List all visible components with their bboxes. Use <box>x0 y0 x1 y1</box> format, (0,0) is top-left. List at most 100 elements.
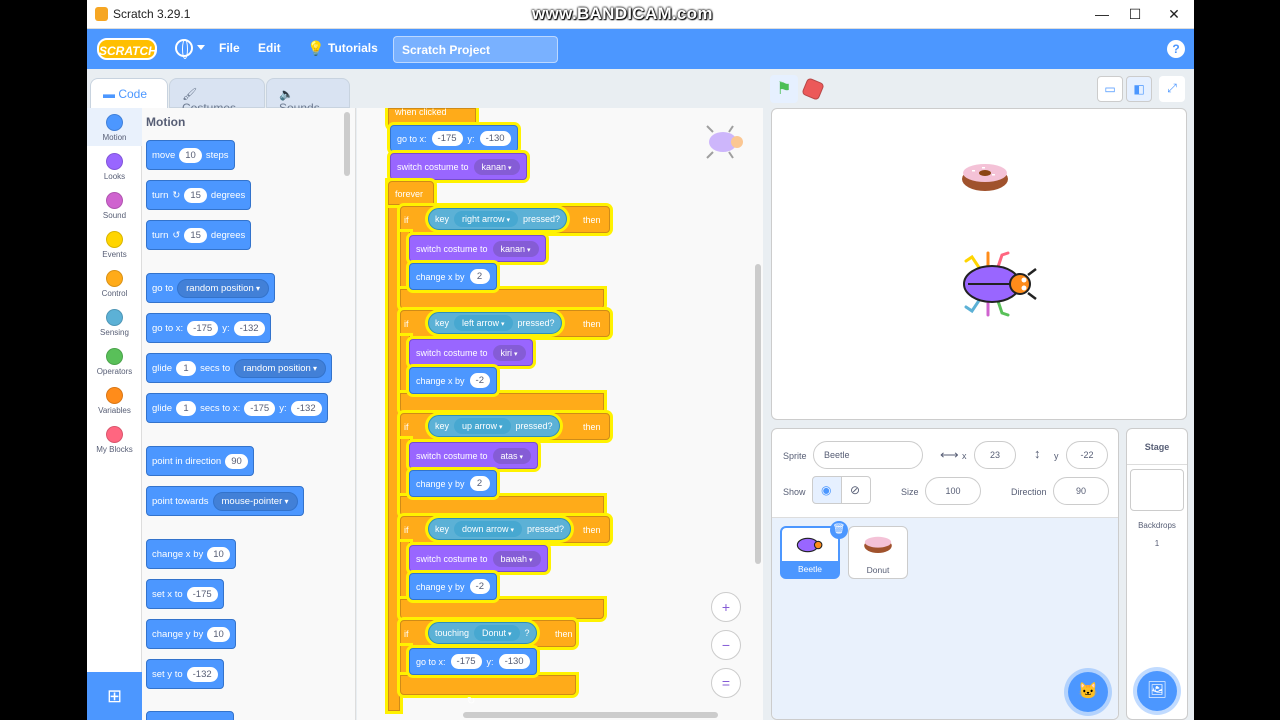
category-my-blocks[interactable]: My Blocks <box>87 426 142 454</box>
category-operators[interactable]: Operators <box>87 348 142 376</box>
fullscreen-icon[interactable]: ⤢ <box>1159 76 1185 102</box>
direction-input[interactable]: 90 <box>225 453 248 469</box>
add-backdrop-icon[interactable]: 🖼 <box>1137 671 1177 711</box>
touching-goto-x-input[interactable]: -175 <box>450 654 482 669</box>
category-variables[interactable]: Variables <box>87 387 142 415</box>
minimize-button[interactable]: — <box>1089 4 1115 24</box>
glide-y-input[interactable]: -132 <box>290 400 322 416</box>
costume-dropdown[interactable]: atas <box>492 447 532 464</box>
key-pressed-condition[interactable]: key up arrow pressed? <box>428 415 560 437</box>
category-looks[interactable]: Looks <box>87 153 142 181</box>
touching-dropdown[interactable]: Donut <box>474 625 520 641</box>
block-change-y[interactable]: change y by 10 <box>146 619 236 649</box>
if-switch-costume[interactable]: switch costume to atas <box>409 442 539 469</box>
script-vertical-scrollbar[interactable] <box>755 264 761 564</box>
beetle-sprite[interactable] <box>958 249 1038 319</box>
add-extension-icon[interactable]: ⊞ <box>87 672 142 720</box>
file-menu[interactable]: File <box>219 41 240 55</box>
category-sensing[interactable]: Sensing <box>87 309 142 337</box>
block-set-x[interactable]: set x to -175 <box>146 579 224 609</box>
script-horizontal-scrollbar[interactable] <box>463 712 718 718</box>
key-pressed-condition[interactable]: key left arrow pressed? <box>428 312 562 334</box>
change-amount-input[interactable]: -2 <box>469 373 490 388</box>
block-set-y[interactable]: set y to -132 <box>146 659 224 689</box>
change-y-input[interactable]: 10 <box>207 626 230 642</box>
key-dropdown[interactable]: left arrow <box>454 315 513 331</box>
goto-target-dropdown[interactable]: random position <box>177 278 269 298</box>
block-goto-xy[interactable]: go to x: -175 y: -132 <box>146 313 271 343</box>
donut-sprite[interactable] <box>960 159 1010 193</box>
x-position-input[interactable]: 23 <box>974 441 1016 469</box>
turn-left-input[interactable]: 15 <box>184 227 207 243</box>
block-point-direction[interactable]: point in direction 90 <box>146 446 254 476</box>
script-area[interactable]: when clicked go to x: -175 y: -130 switch c… <box>357 108 763 720</box>
change-amount-input[interactable]: -2 <box>469 579 490 594</box>
block-glide-random[interactable]: glide 1 secs to random position <box>146 353 333 383</box>
add-sprite-icon[interactable]: 🐱 <box>1068 672 1108 712</box>
green-flag-icon[interactable]: ⚑ <box>770 75 798 103</box>
script-goto-y-input[interactable]: -130 <box>479 131 511 146</box>
script-costume-dropdown[interactable]: kanan <box>473 158 520 175</box>
glide-x-input[interactable]: -175 <box>244 400 276 416</box>
glide-xy-secs-input[interactable]: 1 <box>176 400 197 416</box>
touching-goto-y-input[interactable]: -130 <box>498 654 530 669</box>
block-glide-xy[interactable]: glide 1 secs to x: -175 y: -132 <box>146 393 328 423</box>
script-goto-x-input[interactable]: -175 <box>431 131 463 146</box>
tab-code[interactable]: ▬ Code <box>90 78 168 109</box>
block-goto-random[interactable]: go to random position <box>146 273 275 303</box>
change-amount-input[interactable]: 2 <box>469 476 490 491</box>
block-point-towards[interactable]: point towards mouse-pointer <box>146 486 304 516</box>
zoom-reset-button[interactable]: = <box>711 668 741 698</box>
close-button[interactable]: ✕ <box>1161 4 1187 24</box>
block-change-x[interactable]: change x by 10 <box>146 539 236 569</box>
if-change-position[interactable]: change x by -2 <box>409 367 497 394</box>
stop-icon[interactable] <box>801 77 825 101</box>
key-dropdown[interactable]: down arrow <box>454 521 523 537</box>
tab-costumes[interactable]: 🖌 Costumes <box>169 78 265 115</box>
change-amount-input[interactable]: 2 <box>469 269 490 284</box>
key-pressed-condition[interactable]: key down arrow pressed? <box>428 518 572 540</box>
block-partial[interactable] <box>146 711 234 720</box>
forever-block[interactable] <box>388 181 400 711</box>
key-dropdown[interactable]: up arrow <box>454 418 511 434</box>
glide-target-dropdown[interactable]: random position <box>234 358 327 378</box>
size-input[interactable]: 100 <box>925 477 981 505</box>
tutorials-menu[interactable]: Tutorials <box>328 41 378 55</box>
touching-condition[interactable]: touchingDonut? <box>428 622 537 644</box>
if-switch-costume[interactable]: switch costume to bawah <box>409 545 548 572</box>
delete-sprite-icon[interactable]: 🗑 <box>830 521 848 539</box>
if-change-position[interactable]: change y by -2 <box>409 573 497 600</box>
touching-goto-xy[interactable]: go to x: -175 y: -130 <box>409 648 537 675</box>
costume-dropdown[interactable]: kiri <box>492 344 526 361</box>
costume-dropdown[interactable]: kanan <box>492 240 539 257</box>
y-position-input[interactable]: -22 <box>1066 441 1108 469</box>
tab-sounds[interactable]: 🔈 Sounds <box>266 78 350 115</box>
stage-backdrop-thumb[interactable] <box>1130 469 1184 511</box>
set-y-input[interactable]: -132 <box>186 666 218 682</box>
change-x-input[interactable]: 10 <box>207 546 230 562</box>
zoom-in-button[interactable]: + <box>711 592 741 622</box>
block-turn-left[interactable]: turn ↺ 15 degrees <box>146 220 252 250</box>
zoom-out-button[interactable]: − <box>711 630 741 660</box>
maximize-button[interactable]: ☐ <box>1122 4 1148 24</box>
key-dropdown[interactable]: right arrow <box>454 211 518 227</box>
towards-dropdown[interactable]: mouse-pointer <box>212 491 298 511</box>
script-switch-costume[interactable]: switch costume to kanan <box>390 153 527 180</box>
project-title-input[interactable]: Scratch Project <box>393 36 558 63</box>
goto-y-input[interactable]: -132 <box>233 320 265 336</box>
palette-scrollbar[interactable] <box>344 112 350 176</box>
category-motion[interactable]: Motion <box>87 114 142 142</box>
small-stage-button[interactable]: ▭ <box>1097 76 1123 102</box>
scratch-logo[interactable]: SCRATCH <box>97 38 157 60</box>
glide-secs-input[interactable]: 1 <box>176 360 197 376</box>
set-x-input[interactable]: -175 <box>186 586 218 602</box>
turn-right-input[interactable]: 15 <box>184 187 207 203</box>
goto-x-input[interactable]: -175 <box>187 320 219 336</box>
if-switch-costume[interactable]: switch costume to kiri <box>409 339 533 366</box>
if-change-position[interactable]: change x by 2 <box>409 263 497 290</box>
large-stage-button[interactable]: ◧ <box>1126 76 1152 102</box>
stage-canvas[interactable] <box>771 108 1187 420</box>
sprite-thumb-beetle[interactable]: Beetle 🗑 <box>780 521 848 579</box>
category-control[interactable]: Control <box>87 270 142 298</box>
show-visible-eye-icon[interactable]: ◉ <box>812 476 842 504</box>
